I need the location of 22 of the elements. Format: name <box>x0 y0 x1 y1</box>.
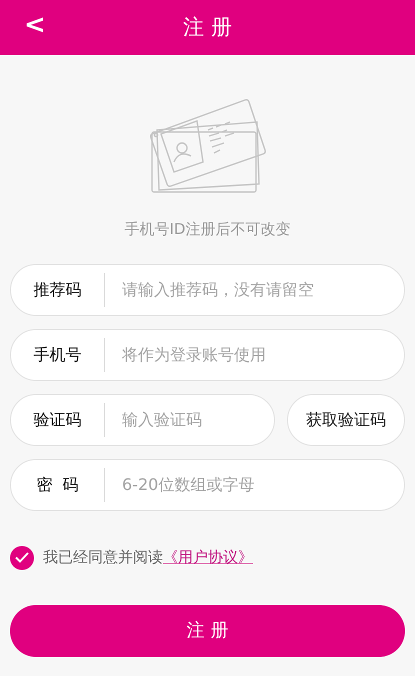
input-field[interactable]: 推荐码 请输入推荐码，没有请留空 <box>10 264 405 316</box>
back-button[interactable]: < <box>20 8 50 42</box>
checkmark-icon <box>15 552 29 563</box>
field-label: 推荐码 <box>32 278 82 300</box>
id-card-icon <box>148 98 266 194</box>
field-label: 密 码 <box>35 474 80 496</box>
field-label: 验证码 <box>32 408 82 430</box>
agree-checkbox[interactable] <box>10 546 34 570</box>
input-field[interactable]: 验证码 输入验证码 <box>10 394 275 446</box>
hint-text: 手机号ID注册后不可改变 <box>124 219 292 240</box>
text-input[interactable]: 输入验证码 <box>122 408 274 432</box>
text-input[interactable]: 6-20位数组或字母 <box>122 472 404 496</box>
input-field[interactable]: 密 码 6-20位数组或字母 <box>10 458 405 510</box>
agreement-text: 我已经同意并阅读 <box>43 547 163 568</box>
register-button[interactable]: 注 册 <box>10 604 405 656</box>
user-agreement-link[interactable]: 《用户协议》 <box>163 546 253 569</box>
page-title: 注 册 <box>183 14 232 41</box>
get-code-button[interactable]: 获取验证码 <box>287 394 405 446</box>
field-label: 手机号 <box>32 344 82 366</box>
text-input[interactable]: 将作为登录账号使用 <box>122 342 404 366</box>
text-input[interactable]: 请输入推荐码，没有请留空 <box>122 278 404 302</box>
input-field[interactable]: 手机号 将作为登录账号使用 <box>10 328 405 380</box>
